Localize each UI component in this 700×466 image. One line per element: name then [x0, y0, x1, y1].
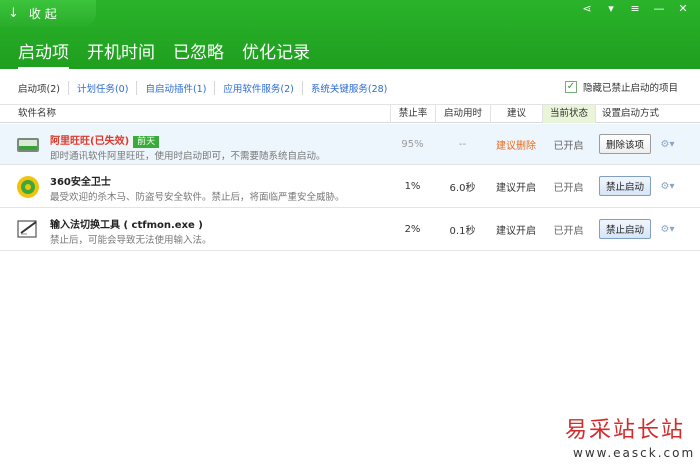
state-value: 已开启	[553, 140, 584, 152]
hide-disabled-toggle[interactable]: ✓ 隐藏已禁止启动的项目	[564, 80, 678, 94]
ban-rate-value: 95%	[401, 138, 424, 150]
subnav-autostart-plugins[interactable]: 自启动插件(1)	[136, 81, 214, 95]
state-value: 已开启	[553, 182, 584, 194]
table-row[interactable]: 输入法切换工具 ( ctfmon.exe ) 禁止后，可能会导致无法使用输入法。…	[0, 208, 700, 251]
watermark-title: 易采站长站	[565, 418, 686, 443]
subnav-system-services[interactable]: 系统关键服务(28)	[301, 81, 396, 95]
360-shield-icon	[16, 175, 40, 198]
state-value: 已开启	[553, 225, 584, 237]
software-description: 禁止后，可能会导致无法使用输入法。	[50, 235, 212, 246]
collapse-button[interactable]: ↓ 收 起	[0, 0, 96, 27]
header-ban-rate: 禁止率	[390, 105, 435, 123]
header-suggestion: 建议	[490, 105, 542, 123]
top-header: ↓ 收 起 ⋖ ▾ ≡ — ✕ 启动项 开机时间 已忽略 优化记录	[0, 0, 700, 69]
site-watermark: 易采站长站 www.easck.com	[555, 410, 700, 466]
subnav-scheduled-tasks[interactable]: 计划任务(0)	[67, 81, 136, 95]
gear-dropdown-icon[interactable]: ⚙▾	[655, 165, 680, 207]
header-software-name: 软件名称	[18, 108, 57, 119]
boot-time-value: 0.1秒	[449, 225, 476, 237]
delete-item-button[interactable]: 删除该项	[598, 134, 651, 154]
share-icon[interactable]: ⋖	[578, 2, 596, 15]
table-row[interactable]: 阿里旺旺(已失效) 前天 即时通讯软件阿里旺旺，使用时启动即可，不需要随系统自启动…	[0, 124, 700, 165]
gear-dropdown-icon[interactable]: ⚙▾	[655, 208, 680, 250]
software-name: 360安全卫士	[50, 177, 111, 188]
subnav-startup-items[interactable]: 启动项(2)	[18, 81, 68, 95]
window-controls: ⋖ ▾ ≡ — ✕	[578, 2, 692, 15]
software-description: 即时通讯软件阿里旺旺，使用时启动即可，不需要随系统自启动。	[50, 151, 326, 162]
hide-disabled-checkbox[interactable]: ✓	[564, 81, 577, 93]
sub-navigation: 启动项(2) 计划任务(0) 自启动插件(1) 应用软件服务(2) 系统关键服务…	[0, 69, 700, 105]
software-name: 输入法切换工具 ( ctfmon.exe )	[50, 220, 203, 231]
close-icon[interactable]: ✕	[674, 2, 692, 15]
input-method-icon	[16, 218, 40, 240]
date-badge: 前天	[133, 136, 160, 148]
disable-startup-button[interactable]: 禁止启动	[598, 176, 651, 196]
startup-list: 阿里旺旺(已失效) 前天 即时通讯软件阿里旺旺，使用时启动即可，不需要随系统自启动…	[0, 124, 700, 251]
ban-rate-value: 1%	[404, 180, 421, 192]
boot-time-value: 6.0秒	[449, 182, 476, 194]
suggestion-value: 建议开启	[496, 182, 536, 194]
aliwangwang-icon	[16, 134, 40, 156]
minimize-icon[interactable]: —	[650, 2, 668, 15]
collapse-label: 收 起	[28, 7, 57, 21]
watermark-url: www.easck.com	[573, 446, 696, 460]
table-row[interactable]: 360安全卫士 最受欢迎的杀木马、防盗号安全软件。禁止后，将面临严重安全威胁。 …	[0, 165, 700, 208]
tab-optimize-history[interactable]: 优化记录	[242, 38, 310, 69]
boot-time-value: --	[458, 138, 467, 150]
main-tabs: 启动项 开机时间 已忽略 优化记录	[18, 38, 310, 69]
header-current-state: 当前状态	[542, 105, 595, 123]
tab-ignored[interactable]: 已忽略	[173, 38, 224, 69]
hide-disabled-label: 隐藏已禁止启动的项目	[582, 83, 678, 94]
ban-rate-value: 2%	[404, 223, 421, 235]
table-header: 软件名称 禁止率 启动用时 建议 当前状态 设置启动方式	[0, 105, 700, 123]
software-description: 最受欢迎的杀木马、防盗号安全软件。禁止后，将面临严重安全威胁。	[50, 192, 345, 203]
software-name: 阿里旺旺(已失效) 前天	[50, 132, 160, 148]
header-set-mode: 设置启动方式	[595, 105, 665, 123]
tab-boot-time[interactable]: 开机时间	[87, 38, 155, 69]
tab-startup[interactable]: 启动项	[18, 38, 69, 69]
menu-icon[interactable]: ≡	[626, 2, 644, 15]
suggestion-value: 建议删除	[496, 140, 536, 152]
suggestion-value: 建议开启	[496, 225, 536, 237]
header-boot-time: 启动用时	[435, 105, 490, 123]
gear-dropdown-icon[interactable]: ⚙▾	[655, 124, 680, 164]
disable-startup-button[interactable]: 禁止启动	[598, 219, 651, 239]
shirt-skin-icon[interactable]: ▾	[602, 2, 620, 15]
subnav-app-services[interactable]: 应用软件服务(2)	[214, 81, 301, 95]
arrow-down-icon: ↓	[8, 6, 19, 21]
